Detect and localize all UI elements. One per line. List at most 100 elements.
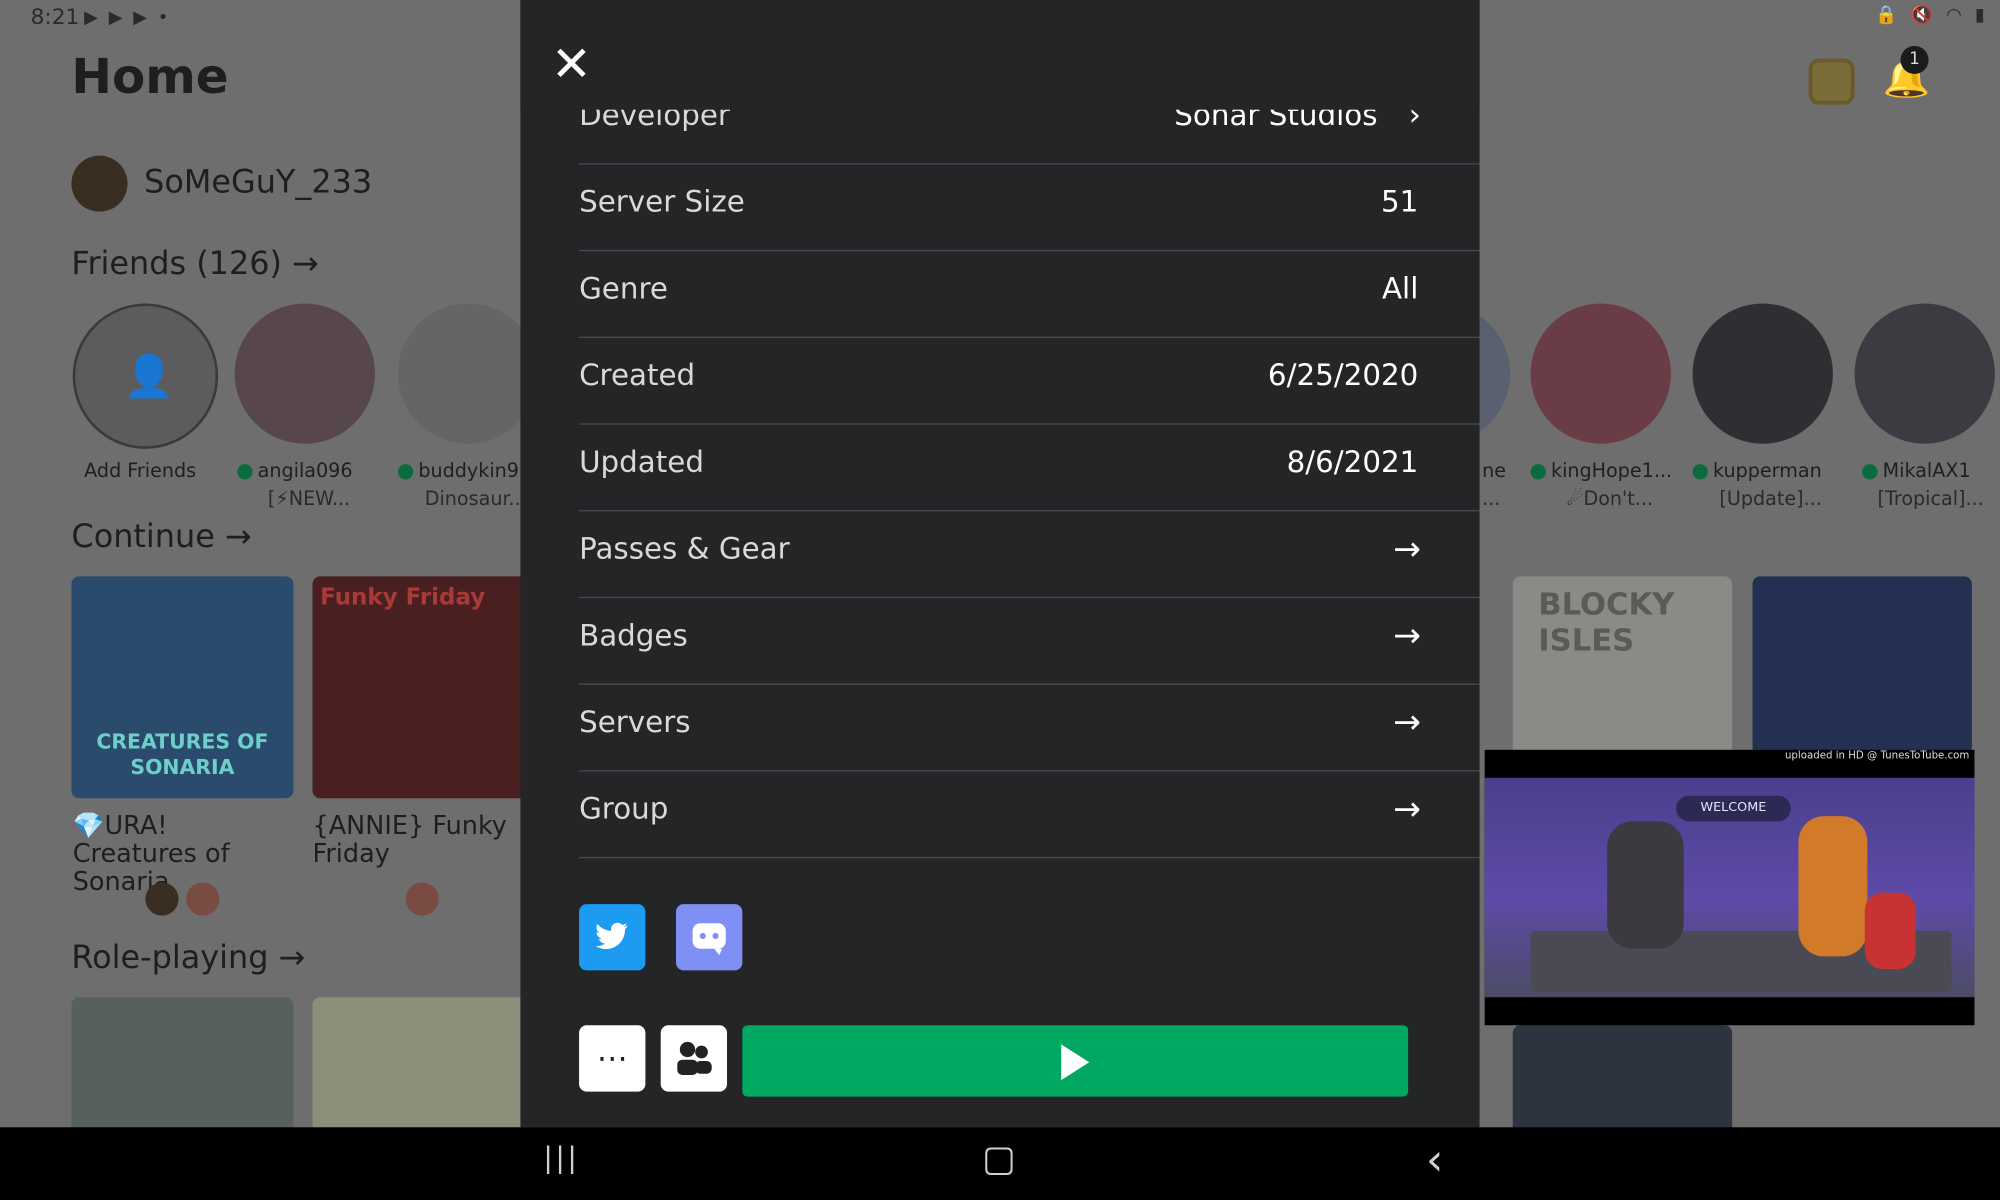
back-nav-icon[interactable]: ‹ — [1426, 1135, 1443, 1186]
player-avatar — [186, 882, 220, 916]
friend-status: [Update]... — [1719, 487, 1822, 511]
friends-title-label: Friends (126) — [71, 244, 282, 282]
friend-avatar[interactable] — [234, 303, 375, 444]
twitter-icon[interactable] — [579, 904, 646, 971]
friend-avatar[interactable] — [397, 303, 539, 444]
row-label: Server Size — [579, 186, 745, 220]
game-details-modal: ✕ Developer Sonar Studios › ✕ Server Siz… — [520, 0, 1480, 1128]
friend-status: [Tropical]... — [1877, 487, 1984, 511]
username[interactable]: SoMeGuY_233 — [144, 163, 372, 200]
game-thumbnail[interactable] — [1512, 1025, 1733, 1141]
video-overlay[interactable]: uploaded in HD @ TunesToTube.com WELCOME — [1484, 749, 1975, 1026]
friend-avatar[interactable] — [1692, 303, 1833, 444]
game-art-text: CREATURES OF SONARIA — [96, 729, 269, 780]
row-value: All — [1381, 272, 1419, 307]
more-icon: ⋯ — [596, 1040, 628, 1077]
page-title: Home — [71, 48, 229, 105]
app-root: 8:21 ▶ ▶ ▶ • 🔒 🔇 ◠ ▮ Home 🔔 1 SoMeGuY_23… — [0, 0, 2000, 1200]
friend-status: ... — [1482, 487, 1501, 511]
game-art-text: Funky Friday — [320, 584, 486, 611]
friend-name: kupperman — [1692, 459, 1822, 483]
add-friends-button[interactable]: 👤 — [72, 303, 219, 449]
servers-link[interactable]: Servers → — [579, 684, 1480, 772]
recent-apps-icon[interactable]: ||| — [543, 1143, 579, 1175]
game-thumbnail[interactable] — [71, 997, 294, 1138]
character-figure — [1607, 821, 1684, 949]
player-avatar — [145, 882, 179, 916]
friend-name-label: kingHope1... — [1551, 459, 1673, 483]
more-options-button[interactable]: ⋯ — [579, 1025, 646, 1092]
status-system-icons: 🔒 🔇 ◠ ▮ — [1874, 5, 1989, 26]
home-nav-icon[interactable]: ▢ — [982, 1137, 1016, 1179]
friend-name-label: buddykin9 — [418, 459, 519, 483]
passes-gear-link[interactable]: Passes & Gear → — [579, 510, 1480, 599]
play-button[interactable] — [742, 1025, 1409, 1097]
friends-icon — [677, 1041, 712, 1075]
group-link[interactable]: Group → — [579, 770, 1480, 859]
game-thumbnail[interactable]: BLOCKY ISLES — [1512, 576, 1733, 755]
friend-name: ne — [1482, 459, 1507, 483]
updated-row: Updated 8/6/2021 — [579, 423, 1480, 512]
row-label: Badges — [579, 619, 688, 653]
continue-title-label: Continue — [71, 517, 215, 555]
row-label: Genre — [579, 272, 668, 307]
video-caption: uploaded in HD @ TunesToTube.com — [1784, 749, 1970, 762]
arrow-right-icon: → — [1393, 790, 1421, 829]
friend-status: [⚡NEW... — [267, 487, 351, 511]
friend-avatar[interactable] — [1530, 303, 1671, 444]
video-frame: WELCOME — [1484, 777, 1975, 998]
server-size-row: Server Size 51 — [579, 163, 1480, 252]
badges-link[interactable]: Badges → — [579, 597, 1480, 685]
friends-section-title[interactable]: Friends (126) → — [71, 245, 318, 282]
game-thumbnail[interactable]: Funky Friday — [312, 576, 530, 799]
continue-section-title[interactable]: Continue → — [71, 518, 251, 555]
row-label: Created — [579, 359, 696, 393]
row-label: Group — [579, 793, 669, 827]
row-value: 6/25/2020 — [1267, 359, 1419, 393]
row-label: Servers — [579, 706, 691, 740]
robux-icon[interactable] — [1808, 58, 1855, 105]
arrow-right-icon: → — [292, 244, 319, 282]
close-icon[interactable]: ✕ — [551, 40, 592, 88]
game-thumbnail[interactable] — [312, 997, 530, 1138]
arrow-right-icon: → — [224, 517, 252, 555]
welcome-sign: WELCOME — [1676, 795, 1791, 822]
friend-status: ☄Don't... — [1566, 487, 1654, 511]
game-art-text: BLOCKY ISLES — [1538, 586, 1675, 659]
online-status-icon — [1692, 463, 1708, 479]
row-label: Updated — [579, 446, 704, 480]
friend-name-label: kupperman — [1712, 459, 1822, 483]
friend-name-label: angila096 — [257, 459, 353, 483]
online-status-icon — [397, 463, 414, 479]
roleplaying-title-label: Role-playing — [71, 938, 269, 976]
friend-avatar[interactable] — [1854, 303, 1995, 444]
system-nav-bar: ||| ▢ ‹ — [0, 1127, 2000, 1200]
roleplaying-section-title[interactable]: Role-playing → — [71, 939, 305, 976]
row-label: Passes & Gear — [579, 533, 790, 567]
status-notification-icons: ▶ ▶ ▶ • — [84, 7, 171, 29]
game-thumbnail[interactable]: CREATURES OF SONARIA — [71, 576, 294, 799]
friend-name: angila096 — [237, 459, 353, 483]
online-status-icon — [1530, 463, 1546, 479]
player-avatar — [405, 882, 439, 916]
friend-name: Add Friends — [84, 459, 197, 483]
arrow-right-icon: → — [1393, 617, 1421, 656]
play-icon — [1061, 1044, 1090, 1081]
avatar[interactable] — [71, 155, 128, 212]
game-thumbnail[interactable] — [1752, 576, 1972, 755]
arrow-right-icon: → — [1393, 703, 1421, 743]
online-status-icon — [237, 463, 253, 479]
row-value: 8/6/2021 — [1286, 446, 1419, 480]
notification-badge: 1 — [1900, 45, 1929, 74]
arrow-right-icon: → — [278, 938, 306, 976]
game-title[interactable]: {ANNIE} Funky Friday — [312, 811, 522, 867]
add-user-icon: 👤 — [123, 351, 175, 401]
online-status-icon — [1862, 463, 1878, 479]
discord-icon[interactable] — [676, 904, 743, 971]
character-figure — [1864, 892, 1916, 970]
status-time: 8:21 — [30, 5, 80, 31]
play-with-friends-button[interactable] — [660, 1025, 728, 1092]
game-title[interactable]: 💎URA! Creatures of Sonaria — [73, 811, 297, 895]
friend-name-label: MikalAX1 — [1882, 459, 1971, 483]
character-figure — [1798, 816, 1868, 957]
